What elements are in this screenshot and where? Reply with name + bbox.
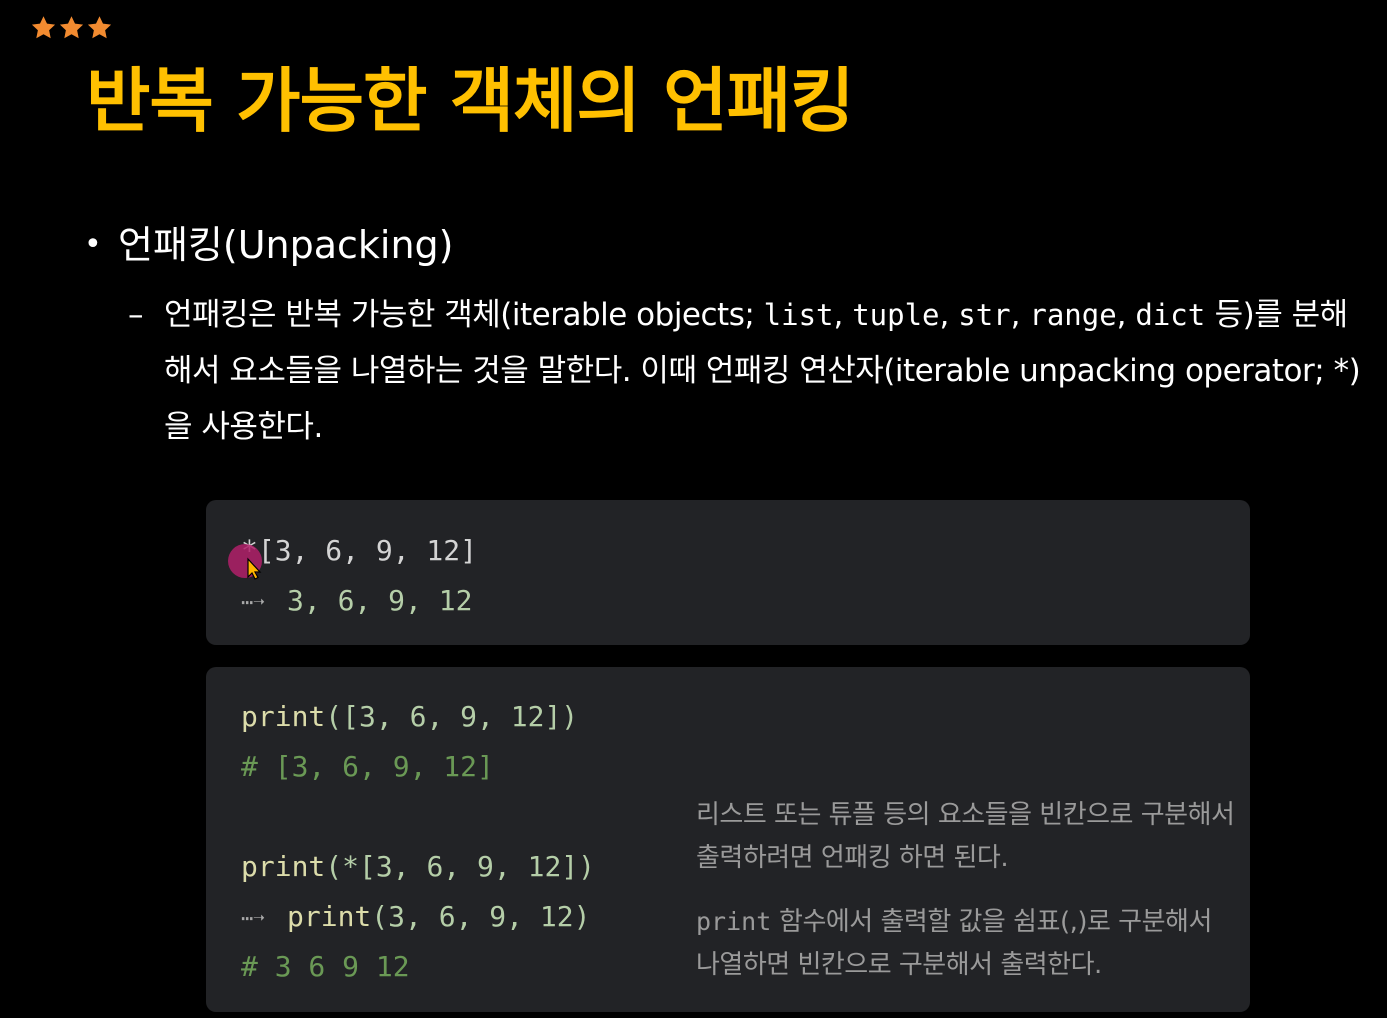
note-print: print 함수에서 출력할 값을 쉼표(,)로 구분해서 나열하면 빈칸으로 … bbox=[696, 907, 1212, 980]
code-tuple: tuple bbox=[852, 298, 940, 332]
code-comment-output: # 3 6 9 12 bbox=[241, 950, 410, 983]
code-line-print-unpack: print(*[3, 6, 9, 12]) bbox=[241, 850, 596, 883]
note-unpack: 리스트 또는 튜플 등의 요소들을 빈칸으로 구분해서 출력하려면 언패킹 하면… bbox=[696, 800, 1235, 873]
code-comment-list: # [3, 6, 9, 12] bbox=[241, 750, 494, 783]
bullet-text: 언패킹(Unpacking) bbox=[118, 223, 454, 267]
sub-bullet: – 언패킹은 반복 가능한 객체(iterable objects; list,… bbox=[128, 287, 1368, 455]
star-icon bbox=[59, 16, 84, 39]
code-list: list bbox=[763, 298, 834, 332]
result-arrow-icon: ⋯➝ bbox=[241, 590, 266, 614]
code-line-result: ⋯➝ 3, 6, 9, 12 bbox=[241, 581, 472, 622]
sub-bullet-text: 언패킹은 반복 가능한 객체(iterable objects; list, t… bbox=[164, 297, 1361, 445]
code-dict: dict bbox=[1135, 298, 1206, 332]
rating-stars bbox=[30, 14, 113, 42]
code-line-print-list: print([3, 6, 9, 12]) bbox=[241, 700, 579, 733]
bullet-item: • 언패킹(Unpacking) bbox=[84, 220, 454, 270]
code-line-unpack: *[3, 6, 9, 12] bbox=[241, 534, 478, 567]
mouse-pointer-icon bbox=[228, 544, 262, 580]
sub-bullet-marker: – bbox=[128, 297, 144, 333]
code-range: range bbox=[1029, 298, 1117, 332]
star-icon bbox=[31, 16, 56, 39]
slide-title: 반복 가능한 객체의 언패킹 bbox=[86, 60, 855, 142]
result-arrow-icon: ⋯➝ bbox=[241, 906, 266, 930]
code-block-unpack: *[3, 6, 9, 12] ⋯➝ 3, 6, 9, 12 bbox=[206, 500, 1250, 645]
bullet-marker: • bbox=[84, 227, 102, 262]
star-icon bbox=[87, 16, 112, 39]
code-str: str bbox=[958, 298, 1011, 332]
code-line-print-expanded: ⋯➝ print(3, 6, 9, 12) bbox=[241, 897, 590, 938]
